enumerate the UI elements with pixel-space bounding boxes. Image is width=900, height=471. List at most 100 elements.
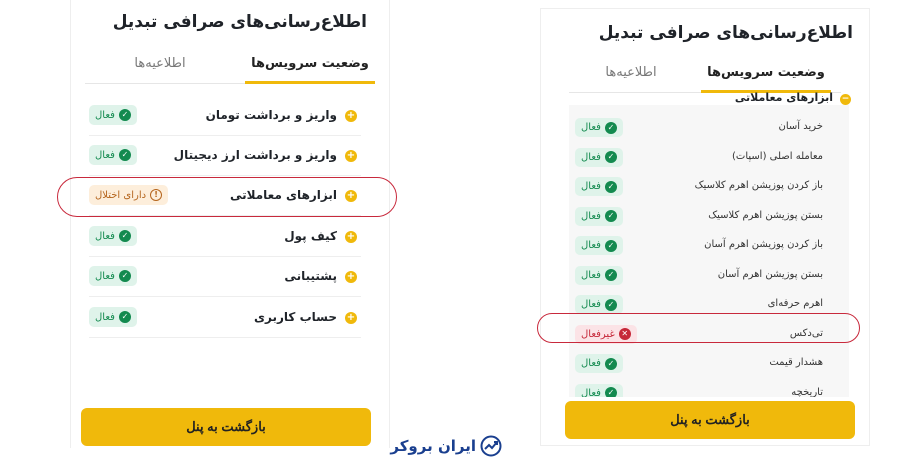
status-text: فعال [95, 270, 115, 282]
check-icon: ✓ [604, 151, 617, 163]
service-row[interactable]: + حساب کاربری ✓ فعال [89, 298, 361, 338]
plus-icon: + [345, 231, 357, 243]
service-label: ابزارهای معاملاتی [229, 188, 337, 202]
check-icon: ✓ [604, 210, 617, 222]
status-badge: ✓ فعال [89, 105, 137, 125]
plus-icon: + [345, 190, 357, 202]
check-icon: ✓ [604, 180, 617, 193]
sub-service-label: هشدار قیمت [769, 357, 823, 368]
tab-announcements[interactable]: اطلاعیه‌ها [105, 56, 215, 84]
status-text: فعال [581, 181, 601, 192]
check-icon: ✓ [604, 387, 617, 397]
status-text: غیرفعال [581, 328, 615, 340]
brand-logo: ایران بروکر [390, 434, 502, 460]
check-icon: ✓ [604, 298, 617, 311]
sub-service-label: خرید آسان [778, 121, 823, 132]
status-badge: ! دارای اختلال [89, 185, 169, 205]
status-badge: ✓ فعال [575, 147, 623, 167]
tabs: وضعیت سرویس‌ها اطلاعیه‌ها [85, 52, 375, 84]
sub-service-row[interactable]: خرید آسان ✓ فعال [569, 113, 849, 143]
check-icon: ✓ [118, 149, 131, 161]
sub-service-row[interactable]: بستن پوزیشن اهرم آسان ✓ فعال [569, 261, 849, 291]
service-label: واریز و برداشت ارز دیجیتال [173, 148, 337, 162]
status-text: فعال [95, 311, 115, 323]
sub-service-row[interactable]: تی‌دکس ✕ غیرفعال [569, 320, 849, 350]
sub-service-label: اهرم حرفه‌ای [767, 298, 823, 309]
chart-trend-icon [480, 435, 502, 457]
check-icon: ✓ [604, 121, 617, 134]
status-badge: ✓ فعال [575, 177, 623, 196]
service-row[interactable]: + واریز و برداشت تومان ✓ فعال [89, 96, 361, 136]
back-to-panel-button[interactable]: بازگشت به پنل [81, 408, 371, 446]
status-badge: ✓ فعال [575, 295, 623, 314]
status-text: فعال [581, 299, 601, 310]
status-badge: ✓ فعال [89, 266, 137, 286]
trading-tools-list[interactable]: خرید آسان ✓ فعال معامله اصلی (اسپات) ✓ فعال با… [569, 105, 849, 397]
check-icon: ✓ [118, 270, 131, 282]
status-text: فعال [95, 149, 115, 161]
status-text: فعال [581, 358, 601, 369]
status-badge: ✓ فعال [575, 265, 623, 285]
tab-service-status[interactable]: وضعیت سرویس‌ها [245, 56, 375, 84]
check-icon: ✓ [118, 230, 131, 242]
status-text: فعال [581, 151, 601, 163]
check-icon: ✓ [118, 311, 131, 323]
sub-service-row[interactable]: باز کردن پوزیشن اهرم آسان ✓ فعال [569, 231, 849, 261]
service-label: پشتیبانی [284, 269, 337, 283]
tab-service-status[interactable]: وضعیت سرویس‌ها [701, 65, 831, 93]
section-label: ابزارهای معاملاتی [734, 91, 833, 104]
warning-icon: ! [150, 189, 163, 201]
status-badge: ✓ فعال [575, 118, 623, 137]
plus-icon: + [345, 271, 357, 283]
service-label: کیف پول [284, 229, 337, 243]
close-icon: ✕ [618, 328, 631, 340]
status-text: دارای اختلال [95, 189, 147, 201]
service-label: حساب کاربری [254, 310, 337, 324]
plus-icon: + [345, 150, 357, 162]
sub-service-row[interactable]: معامله اصلی (اسپات) ✓ فعال [569, 143, 849, 173]
service-row[interactable]: + کیف پول ✓ فعال [89, 217, 361, 257]
status-badge: ✓ فعال [575, 383, 623, 398]
check-icon: ✓ [604, 239, 617, 252]
sub-service-label: تاریخچه [791, 386, 823, 398]
status-text: فعال [581, 210, 601, 222]
service-row[interactable]: + واریز و برداشت ارز دیجیتال ✓ فعال [89, 136, 361, 176]
status-badge: ✓ فعال [89, 226, 137, 246]
sub-service-label: تی‌دکس [789, 327, 823, 339]
status-badge: ✓ فعال [575, 354, 623, 373]
sub-service-row[interactable]: تاریخچه ✓ فعال [569, 379, 849, 398]
status-text: فعال [581, 269, 601, 281]
sub-service-label: بستن پوزیشن اهرم کلاسیک [708, 209, 823, 221]
tab-announcements[interactable]: اطلاعیه‌ها [571, 65, 691, 93]
plus-icon: + [345, 312, 357, 324]
right-panel: اطلاع‌رسانی‌های صرافی تبدیل وضعیت سرویس‌… [540, 8, 870, 446]
status-text: فعال [581, 387, 601, 398]
status-badge: ✓ فعال [575, 236, 623, 255]
sub-service-row[interactable]: بستن پوزیشن اهرم کلاسیک ✓ فعال [569, 202, 849, 232]
service-label: واریز و برداشت تومان [205, 108, 337, 122]
sub-service-row[interactable]: باز کردن پوزیشن اهرم کلاسیک ✓ فعال [569, 172, 849, 202]
page-title: اطلاع‌رسانی‌های صرافی تبدیل [112, 12, 367, 32]
tabs: وضعیت سرویس‌ها اطلاعیه‌ها [569, 61, 841, 93]
sub-service-label: باز کردن پوزیشن اهرم آسان [704, 239, 823, 250]
back-to-panel-button[interactable]: بازگشت به پنل [565, 401, 855, 439]
status-text: فعال [95, 109, 115, 121]
page-title: اطلاع‌رسانی‌های صرافی تبدیل [598, 23, 853, 43]
check-icon: ✓ [604, 269, 617, 281]
service-row[interactable]: + پشتیبانی ✓ فعال [89, 257, 361, 297]
sub-service-row[interactable]: اهرم حرفه‌ای ✓ فعال [569, 290, 849, 320]
status-badge: ✓ فعال [575, 206, 623, 226]
status-badge: ✓ فعال [89, 307, 137, 327]
status-badge: ✓ فعال [89, 145, 137, 165]
sub-service-row[interactable]: هشدار قیمت ✓ فعال [569, 349, 849, 379]
check-icon: ✓ [118, 109, 131, 121]
status-text: فعال [581, 240, 601, 251]
left-panel: اطلاع‌رسانی‌های صرافی تبدیل وضعیت سرویس‌… [70, 0, 390, 448]
sub-service-label: بستن پوزیشن اهرم آسان [717, 268, 823, 280]
check-icon: ✓ [604, 357, 617, 370]
service-row[interactable]: + ابزارهای معاملاتی! دارای اختلال [89, 176, 361, 216]
sub-service-label: باز کردن پوزیشن اهرم کلاسیک [694, 180, 823, 191]
status-text: فعال [95, 230, 115, 242]
status-badge: ✕ غیرفعال [575, 324, 637, 344]
brand-name: ایران بروکر [390, 437, 476, 455]
